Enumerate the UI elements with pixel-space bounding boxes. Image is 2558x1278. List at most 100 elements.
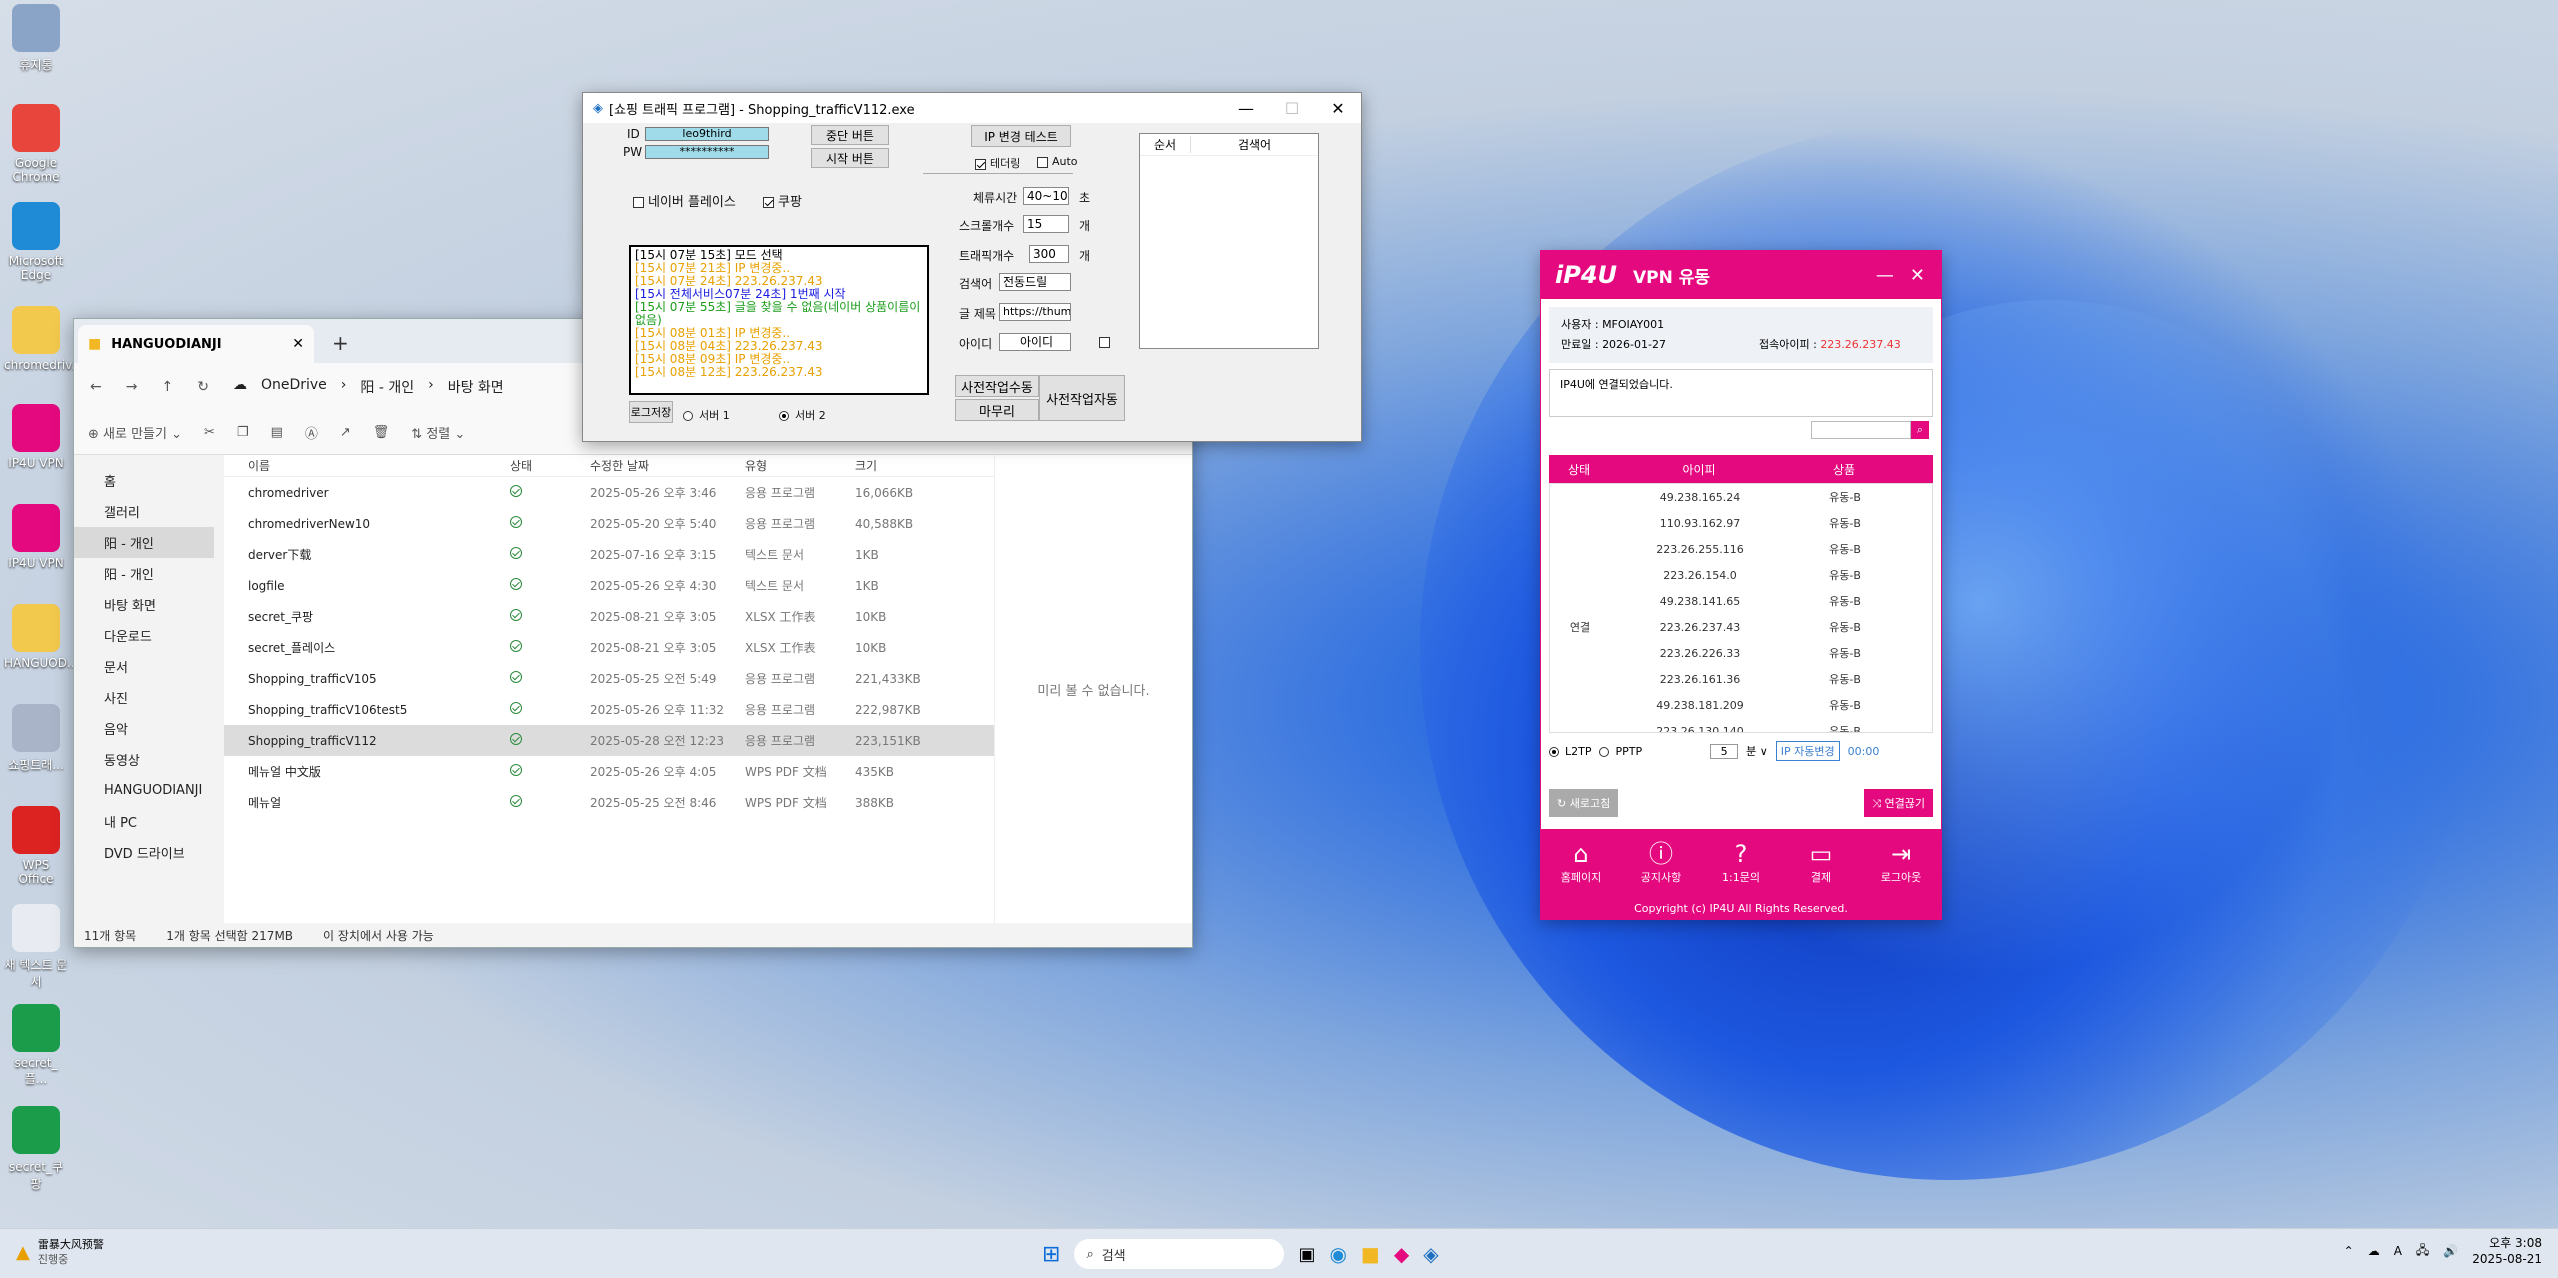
minimize-icon[interactable]: — [1876,265,1894,286]
breadcrumb-item[interactable]: 바탕 화면 [448,377,504,397]
column-size[interactable]: 크기 [855,457,935,474]
nav-item[interactable]: 내 PC [74,806,214,837]
pre-auto-button[interactable]: 사전작업자동 [1039,375,1125,421]
weather-widget[interactable]: ▲ 雷暴大风预警 진행중 [16,1237,104,1267]
nav-item[interactable]: 사진 [74,682,214,713]
ip-test-button[interactable]: IP 변경 테스트 [971,125,1071,147]
vpn-search-input[interactable] [1811,421,1911,439]
table-row[interactable]: 223.26.130.140 유동-B [1550,718,1932,733]
nav-item[interactable]: HANGUODIANJI [74,775,214,806]
table-row[interactable]: chromedriver 2025-05-26 오후 3:46 응용 프로그램 16,… [224,477,994,508]
minimize-icon[interactable]: — [1223,93,1269,123]
shopping-traffic-window[interactable]: ◈ [쇼핑 트래픽 프로그램] - Shopping_trafficV112.e… [582,92,1362,442]
nav-item[interactable]: 문서 [74,651,214,682]
clock[interactable]: 오후 3:08 2025-08-21 [2472,1235,2542,1267]
table-row[interactable]: 49.238.181.209 유동-B [1550,692,1932,718]
id-field[interactable]: leo9third [645,127,769,141]
nav-item[interactable]: 阳 - 개인 [74,558,214,589]
breadcrumb-item[interactable]: 阳 - 개인 [360,377,414,397]
l2tp-radio[interactable]: L2TP [1549,745,1591,758]
ime-icon[interactable]: A [2394,1244,2402,1258]
cut-icon[interactable]: ✂ [204,425,215,440]
server2-radio[interactable]: 서버 2 [779,407,826,423]
desktop-icon[interactable]: IP4U VPN [4,504,68,570]
menu-logout[interactable]: ⇥ 로그아웃 [1861,839,1941,899]
chevron-up-icon[interactable]: ⌃ [2344,1244,2354,1258]
search-icon[interactable]: ⌕ [1911,421,1929,439]
desktop-icon[interactable]: secret_플... [4,1004,68,1087]
nav-item[interactable]: DVD 드라이브 [74,837,214,868]
desktop-icon[interactable]: WPS Office [4,806,68,886]
table-row[interactable]: 110.93.162.97 유동-B [1550,510,1932,536]
pre-manual-button[interactable]: 사전작업수동 [955,375,1039,397]
paste-icon[interactable]: ▤ [271,425,283,440]
finish-button[interactable]: 마무리 [955,399,1039,421]
explorer-icon[interactable]: ■ [1361,1242,1380,1266]
delete-icon[interactable]: 🗑 [373,425,390,440]
desktop-icon[interactable]: Microsoft Edge [4,202,68,282]
keyword-field[interactable]: 전동드릴 [999,273,1071,291]
table-row[interactable]: logfile 2025-05-26 오후 4:30 텍스트 문서 1KB [224,570,994,601]
traffic-field[interactable]: 300 [1029,245,1069,263]
close-icon[interactable]: ✕ [1315,93,1361,123]
cloud-icon[interactable]: ☁ [2368,1244,2380,1258]
table-row[interactable]: 223.26.161.36 유동-B [1550,666,1932,692]
taskbar-search[interactable]: ⌕ 검색 [1074,1239,1285,1269]
vpn-search[interactable]: ⌕ [1811,421,1929,439]
desktop-icon[interactable]: secret_쿠팡 [4,1106,68,1192]
desktop-icon[interactable]: 휴지통 [4,4,68,73]
column-type[interactable]: 유형 [745,457,855,474]
nav-item[interactable]: 갤러리 [74,496,214,527]
network-icon[interactable]: 🖧 [2416,1241,2429,1262]
table-row[interactable]: 49.238.141.65 유동-B [1550,588,1932,614]
auto-checkbox[interactable]: Auto [1037,155,1078,168]
column-status[interactable]: 상태 [510,457,590,474]
shop-app-icon[interactable]: ◈ [1423,1242,1438,1266]
nav-item[interactable]: 다운로드 [74,620,214,651]
refresh-icon[interactable]: ↻ [197,379,209,395]
desktop-icon[interactable]: IP4U VPN [4,404,68,470]
start-icon[interactable]: ⊞ [1042,1242,1060,1267]
desktop-icon[interactable]: Google Chrome [4,104,68,184]
sort-button[interactable]: ⇅ 정렬 ⌄ [411,423,465,442]
nav-item[interactable]: 바탕 화면 [74,589,214,620]
table-row[interactable]: 49.238.165.24 유동-B [1550,484,1932,510]
table-row[interactable]: Shopping_trafficV112 2025-05-28 오전 12:23 응… [224,725,994,756]
maximize-icon[interactable]: ☐ [1269,93,1315,123]
nav-item[interactable]: 홈 [74,465,214,496]
stay-field[interactable]: 40~100 [1023,187,1069,205]
vpn-window[interactable]: iP4U VPN 유동 — ✕ 사용자 : MFOIAY001 만료일 : 20… [1540,250,1942,920]
account-field[interactable]: 아이디 [999,333,1071,351]
desktop-icon[interactable]: chromedriv... [4,306,83,372]
nav-item[interactable]: 阳 - 개인 [74,527,214,558]
column-date[interactable]: 수정한 날짜 [590,457,745,474]
stop-button[interactable]: 중단 버튼 [811,125,889,145]
menu-inquiry[interactable]: ? 1:1문의 [1701,839,1781,899]
edge-icon[interactable]: ◉ [1329,1242,1346,1266]
table-row[interactable]: 223.26.226.33 유동-B [1550,640,1932,666]
back-icon[interactable]: ← [90,379,102,395]
auto-change-button[interactable]: IP 자동변경 [1775,741,1840,761]
account-checkbox[interactable] [1099,335,1114,349]
task-view-icon[interactable]: ▣ [1298,1244,1315,1265]
rename-icon[interactable]: Ⓐ [305,423,318,442]
desktop-icon[interactable]: 쇼핑트래... [4,704,68,773]
refresh-button[interactable]: ↻ 새로고침 [1549,789,1619,817]
nav-item[interactable]: 음악 [74,713,214,744]
post-title-field[interactable]: https://thumbn [999,303,1071,321]
vpn-table-body[interactable]: 49.238.165.24 유동-B 110.93.162.97 유동-B 223.26… [1549,483,1933,733]
start-button[interactable]: 시작 버튼 [811,148,889,168]
share-icon[interactable]: ↗ [340,425,351,440]
close-icon[interactable]: ✕ [292,336,304,352]
table-row[interactable]: chromedriverNew10 2025-05-20 오후 5:40 응용 프로… [224,508,994,539]
menu-home[interactable]: ⌂ 홈페이지 [1541,839,1621,899]
coupang-checkbox[interactable]: 쿠팡 [763,191,802,210]
table-row[interactable]: derver下载 2025-07-16 오후 3:15 텍스트 문서 1KB [224,539,994,570]
new-tab-button[interactable]: + [332,331,349,355]
menu-payment[interactable]: ▭ 결제 [1781,839,1861,899]
tethering-checkbox[interactable]: 테더링 [975,155,1020,171]
explorer-tab[interactable]: ■ HANGUODIANJI ✕ [78,325,314,363]
new-button[interactable]: ⊕ 새로 만들기 ⌄ [88,423,182,442]
breadcrumb-item[interactable]: OneDrive [261,377,327,397]
table-row[interactable]: secret_플레이스 2025-08-21 오후 3:05 XLSX 工作表 10K… [224,632,994,663]
